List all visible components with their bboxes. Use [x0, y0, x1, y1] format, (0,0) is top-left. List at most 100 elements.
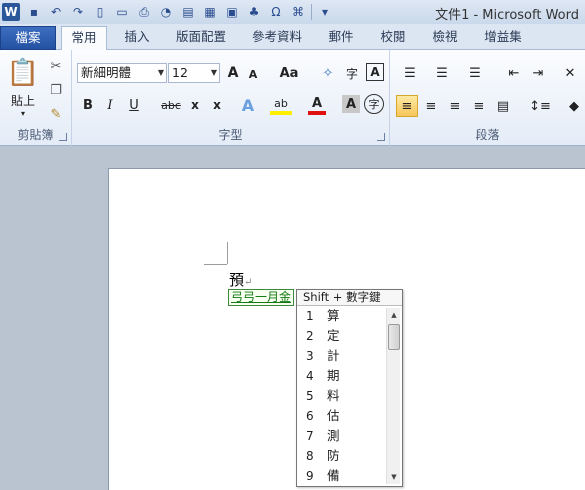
distributed-icon[interactable]: ▤: [492, 95, 514, 117]
tab-references[interactable]: 參考資料: [246, 26, 308, 50]
paragraph-group: ☰ ☰ ☰ ⇤ ⇥ ✕ ≡ ≡ ≡ ≡ ▤ ↕≡ ◆ 段落: [390, 50, 585, 146]
smartart-icon[interactable]: ⌘: [287, 2, 309, 22]
clip-art-icon[interactable]: ♣: [243, 2, 265, 22]
align-center-icon[interactable]: ≡: [420, 95, 442, 117]
candidate-item[interactable]: 7測: [297, 426, 385, 446]
margin-corner-mark: [204, 264, 227, 265]
highlight-button[interactable]: ab: [270, 95, 292, 115]
phonetic-guide-button[interactable]: 字: [342, 63, 362, 83]
candidate-item[interactable]: 9備: [297, 466, 385, 486]
redo-icon[interactable]: ↷: [67, 2, 89, 22]
character-shading-button[interactable]: A: [342, 95, 360, 113]
candidate-number: 9: [306, 469, 314, 483]
candidate-char: 計: [327, 348, 340, 363]
word-logo-icon[interactable]: W: [2, 3, 20, 21]
copy-icon[interactable]: ❐: [46, 80, 66, 100]
subscript-button[interactable]: x: [186, 95, 204, 115]
align-left-icon[interactable]: ≡: [396, 95, 418, 117]
paste-dropdown-icon[interactable]: ▾: [16, 108, 30, 118]
chevron-down-icon[interactable]: ▼: [158, 64, 164, 82]
underline-button[interactable]: U: [124, 95, 144, 115]
font-size-combo[interactable]: 12 ▼: [168, 63, 220, 83]
align-right-icon[interactable]: ≡: [444, 95, 466, 117]
candidate-item[interactable]: 5料: [297, 386, 385, 406]
character-border-button[interactable]: A: [366, 63, 384, 81]
multilevel-list-icon[interactable]: ☰: [462, 63, 488, 83]
paragraph-mark-icon: ↵: [244, 277, 253, 288]
document-workspace: [0, 146, 585, 490]
candidate-item[interactable]: 4期: [297, 366, 385, 386]
candidate-item[interactable]: 3計: [297, 346, 385, 366]
superscript-button[interactable]: x: [208, 95, 226, 115]
strikethrough-button[interactable]: abc: [160, 95, 182, 115]
omega-symbol-icon[interactable]: Ω: [265, 2, 287, 22]
dialog-launcher-icon[interactable]: [59, 133, 67, 141]
tab-mailings[interactable]: 郵件: [322, 26, 360, 50]
enclose-characters-button[interactable]: 字: [364, 94, 384, 114]
numbering-icon[interactable]: ☰: [430, 63, 454, 83]
tab-addins[interactable]: 增益集: [478, 26, 528, 50]
paste-icon[interactable]: 📋: [6, 56, 40, 90]
clear-format-icon[interactable]: ✧: [318, 63, 338, 83]
tab-page-layout[interactable]: 版面配置: [170, 26, 232, 50]
format-painter-icon[interactable]: ✎: [46, 104, 66, 124]
candidate-number: 2: [306, 329, 314, 343]
text-direction-icon[interactable]: ✕: [558, 63, 582, 83]
font-name-combo[interactable]: 新細明體 ▼: [77, 63, 167, 83]
shrink-font-button[interactable]: A: [245, 65, 261, 83]
candidate-number: 7: [306, 429, 314, 443]
tab-file[interactable]: 檔案: [0, 26, 56, 50]
font-color-button[interactable]: A: [308, 95, 326, 115]
scrollbar-thumb[interactable]: [388, 324, 400, 350]
save-icon[interactable]: ▪: [23, 2, 45, 22]
dialog-launcher-icon[interactable]: [377, 133, 385, 141]
undo-icon[interactable]: ↶: [45, 2, 67, 22]
table-icon[interactable]: ▦: [199, 2, 221, 22]
candidate-char: 算: [327, 308, 340, 323]
title-bar: W ▪ ↶ ↷ ▯ ▭ ⎙ ◔ ▤ ▦ ▣ ♣ Ω ⌘ ▾ 文件1 - Micr…: [0, 0, 585, 24]
tab-review[interactable]: 校閱: [374, 26, 412, 50]
candidate-item[interactable]: 6估: [297, 406, 385, 426]
cut-icon[interactable]: ✂: [46, 56, 66, 76]
chevron-down-icon[interactable]: ▼: [211, 64, 217, 82]
candidate-number: 5: [306, 389, 314, 403]
candidate-number: 3: [306, 349, 314, 363]
candidate-header: Shift + 數字鍵: [297, 290, 402, 306]
candidate-list: 1算 2定 3計 4期 5料 6估 7測 8防 9備: [297, 306, 385, 486]
document-text[interactable]: 預↵: [229, 269, 252, 290]
candidate-item[interactable]: 2定: [297, 326, 385, 346]
change-case-button[interactable]: Aa: [278, 63, 300, 83]
tab-home[interactable]: 常用: [61, 26, 107, 51]
tab-view[interactable]: 檢視: [426, 26, 464, 50]
shading-bucket-icon[interactable]: ◆: [564, 95, 584, 117]
paste-button[interactable]: 貼上: [6, 92, 40, 108]
customize-icon[interactable]: ▾: [314, 2, 336, 22]
text-box-icon[interactable]: ▤: [177, 2, 199, 22]
open-folder-icon[interactable]: ▭: [111, 2, 133, 22]
tab-insert[interactable]: 插入: [116, 26, 158, 50]
decrease-indent-icon[interactable]: ⇤: [504, 63, 524, 83]
italic-button[interactable]: I: [100, 95, 120, 115]
grow-font-button[interactable]: A: [224, 63, 242, 83]
window-title: 文件1 - Microsoft Word: [435, 8, 579, 23]
font-group-label: 字型: [218, 128, 243, 142]
candidate-item[interactable]: 1算: [297, 306, 385, 326]
candidate-scrollbar[interactable]: ▲ ▼: [386, 308, 400, 484]
candidate-item[interactable]: 8防: [297, 446, 385, 466]
increase-indent-icon[interactable]: ⇥: [528, 63, 548, 83]
font-name-value: 新細明體: [81, 65, 132, 80]
scroll-up-icon[interactable]: ▲: [387, 308, 401, 322]
print-icon[interactable]: ⎙: [133, 2, 155, 22]
print-preview-icon[interactable]: ◔: [155, 2, 177, 22]
separator: [311, 4, 312, 20]
bullets-icon[interactable]: ☰: [398, 63, 422, 83]
bold-button[interactable]: B: [78, 95, 98, 115]
candidate-char: 定: [327, 328, 340, 343]
justify-icon[interactable]: ≡: [468, 95, 490, 117]
candidate-char: 估: [327, 408, 340, 423]
picture-icon[interactable]: ▣: [221, 2, 243, 22]
new-document-icon[interactable]: ▯: [89, 2, 111, 22]
text-effects-button[interactable]: A: [238, 95, 258, 115]
line-spacing-icon[interactable]: ↕≡: [526, 95, 554, 117]
scroll-down-icon[interactable]: ▼: [387, 470, 401, 484]
